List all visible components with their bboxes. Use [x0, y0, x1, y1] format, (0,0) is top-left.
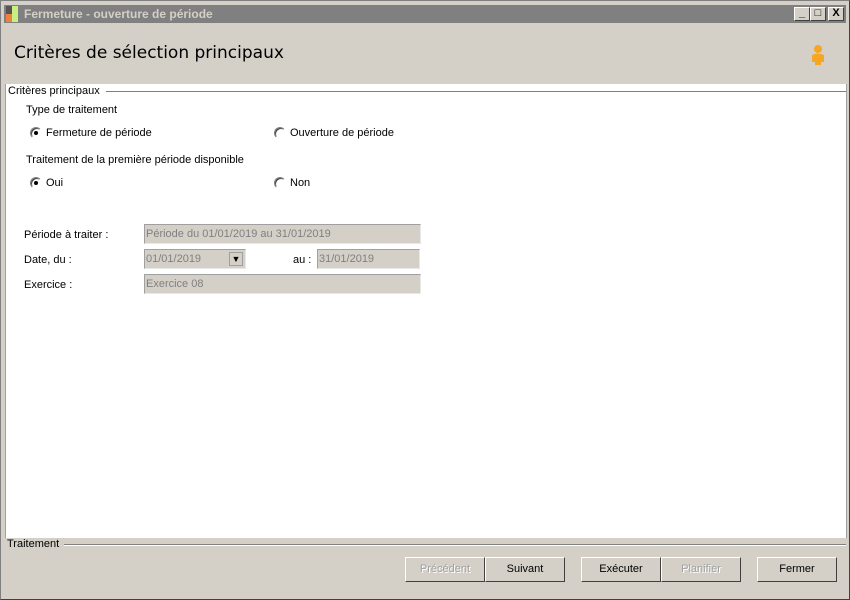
user-icon[interactable]: [810, 44, 826, 66]
radio-ouverture[interactable]: Ouverture de période: [274, 127, 394, 139]
first-period-label: Traitement de la première période dispon…: [26, 154, 244, 166]
radio-unchecked-icon: [274, 177, 286, 189]
exercice-field[interactable]: Exercice 08: [144, 274, 421, 294]
footer-panel: Traitement Précédent Suivant Exécuter Pl…: [4, 538, 846, 597]
radio-checked-icon: [30, 127, 42, 139]
divider: [106, 91, 846, 93]
title-bar: Fermeture - ouverture de période _ □ X: [4, 5, 846, 23]
page-title: Critères de sélection principaux: [14, 43, 284, 63]
date-to-label: au :: [293, 254, 312, 266]
footer-title: Traitement: [7, 538, 64, 550]
window-title: Fermeture - ouverture de période: [24, 7, 213, 21]
periode-label: Période à traiter :: [24, 229, 109, 241]
radio-label: Ouverture de période: [290, 127, 394, 139]
window: Fermeture - ouverture de période _ □ X C…: [0, 0, 850, 600]
page-header: Critères de sélection principaux: [4, 23, 846, 84]
chevron-down-icon[interactable]: ▼: [229, 252, 243, 266]
radio-label: Oui: [46, 177, 64, 189]
execute-button[interactable]: Exécuter: [581, 557, 661, 582]
previous-button[interactable]: Précédent: [405, 557, 485, 582]
schedule-button[interactable]: Planifier: [661, 557, 741, 582]
app-icon: [6, 6, 18, 22]
radio-unchecked-icon: [274, 127, 286, 139]
close-window-button[interactable]: Fermer: [757, 557, 837, 582]
radio-oui[interactable]: Oui: [30, 177, 63, 189]
date-from-value: 01/01/2019: [146, 253, 202, 265]
type-label: Type de traitement: [26, 104, 118, 116]
minimize-button[interactable]: _: [794, 7, 810, 21]
periode-field[interactable]: Période du 01/01/2019 au 31/01/2019: [144, 224, 421, 244]
date-to-field[interactable]: 31/01/2019: [317, 249, 420, 269]
maximize-button[interactable]: □: [810, 7, 826, 21]
group-title: Critères principaux: [8, 85, 106, 97]
divider: [64, 544, 846, 546]
date-from-field[interactable]: 01/01/2019 ▼: [144, 249, 246, 269]
date-from-label: Date, du :: [24, 254, 72, 266]
radio-fermeture[interactable]: Fermeture de période: [30, 127, 152, 139]
radio-label: Fermeture de période: [46, 127, 152, 139]
close-button[interactable]: X: [828, 7, 844, 21]
radio-label: Non: [290, 177, 311, 189]
radio-non[interactable]: Non: [274, 177, 310, 189]
radio-checked-icon: [30, 177, 42, 189]
criteria-panel: Critères principaux Type de traitement F…: [5, 84, 847, 538]
next-button[interactable]: Suivant: [485, 557, 565, 582]
exercice-label: Exercice :: [24, 279, 73, 291]
